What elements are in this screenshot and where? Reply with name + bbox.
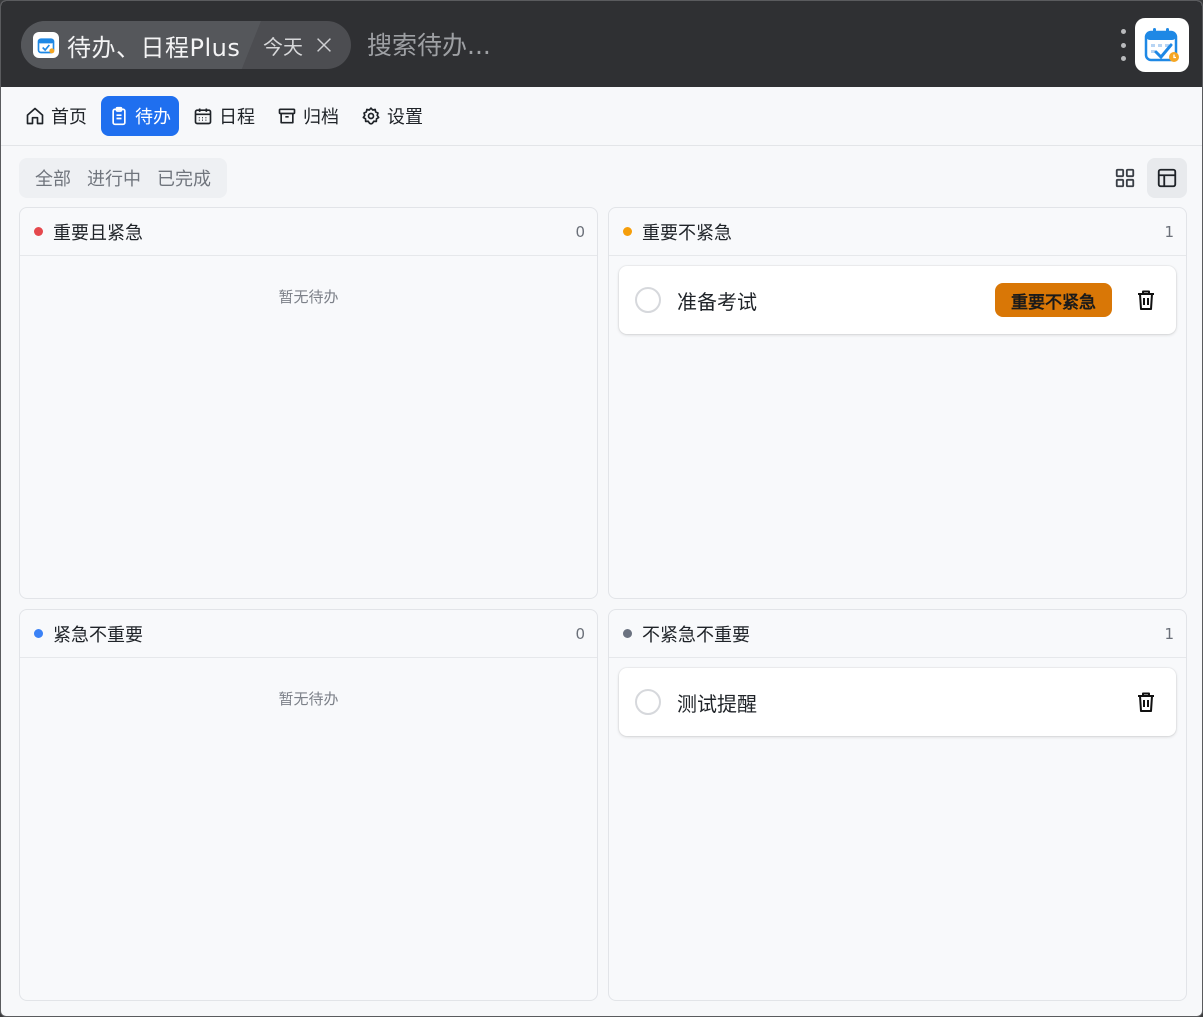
title-bar: 待办、日程Plus 今天 xyxy=(1,1,1202,87)
gear-icon xyxy=(362,107,380,125)
quadrant-count: 1 xyxy=(1164,624,1174,643)
empty-state: 暂无待办 xyxy=(278,690,339,708)
quadrant-count: 0 xyxy=(575,624,585,643)
task-card[interactable]: 准备考试 重要不紧急 xyxy=(619,266,1176,334)
today-tag-label: 今天 xyxy=(263,34,303,59)
priority-badge: 重要不紧急 xyxy=(995,283,1112,317)
gray-dot-icon xyxy=(623,629,632,638)
quadrant-header: 不紧急不重要 1 xyxy=(609,610,1186,658)
task-title: 测试提醒 xyxy=(677,691,757,716)
nav-home[interactable]: 首页 xyxy=(17,96,95,136)
quadrant-header: 紧急不重要 0 xyxy=(20,610,597,658)
grid-view-button[interactable] xyxy=(1105,158,1145,198)
filter-in-progress[interactable]: 进行中 xyxy=(79,158,149,198)
task-checkbox[interactable] xyxy=(635,689,661,715)
nav-todo-label: 待办 xyxy=(135,107,171,128)
status-filter: 全部 进行中 已完成 xyxy=(19,158,227,198)
red-dot-icon xyxy=(34,227,43,236)
task-title: 准备考试 xyxy=(677,289,757,314)
more-menu-icon[interactable] xyxy=(1115,25,1131,65)
quadrant-not-urgent-not-important: 不紧急不重要 1 测试提醒 xyxy=(608,609,1187,1001)
app-title: 待办、日程Plus xyxy=(67,33,241,62)
calendar-icon xyxy=(194,108,212,125)
quadrant-title: 重要不紧急 xyxy=(642,222,732,244)
nav-schedule-label: 日程 xyxy=(219,107,255,128)
nav-home-label: 首页 xyxy=(51,107,87,128)
nav-settings[interactable]: 设置 xyxy=(353,96,431,136)
calendar-check-icon xyxy=(33,32,59,58)
clipboard-icon xyxy=(112,106,126,126)
empty-state: 暂无待办 xyxy=(278,288,339,306)
trash-icon[interactable] xyxy=(1134,690,1158,714)
quadrant-important-not-urgent: 重要不紧急 1 准备考试 重要不紧急 xyxy=(608,207,1187,599)
main-nav: 首页 待办 日程 归档 设置 xyxy=(1,87,1202,146)
grid-icon xyxy=(1115,168,1135,188)
filter-all[interactable]: 全部 xyxy=(27,158,79,198)
quadrant-title: 重要且紧急 xyxy=(53,222,143,244)
view-toggle xyxy=(1105,158,1187,198)
nav-archive[interactable]: 归档 xyxy=(269,96,347,136)
app-pill: 待办、日程Plus 今天 xyxy=(21,21,351,69)
nav-todo[interactable]: 待办 xyxy=(101,96,179,136)
table-layout-icon xyxy=(1157,168,1177,188)
quadrant-header: 重要不紧急 1 xyxy=(609,208,1186,256)
quadrant-title: 不紧急不重要 xyxy=(642,624,750,646)
task-card[interactable]: 测试提醒 xyxy=(619,668,1176,736)
quadrant-urgent-not-important: 紧急不重要 0 暂无待办 xyxy=(19,609,598,1001)
close-icon[interactable] xyxy=(313,34,335,56)
trash-icon[interactable] xyxy=(1134,288,1158,312)
app-logo-icon[interactable] xyxy=(1135,18,1189,72)
today-tag[interactable]: 今天 xyxy=(263,21,335,69)
search-input[interactable] xyxy=(367,25,1067,65)
blue-dot-icon xyxy=(34,629,43,638)
quadrant-count: 1 xyxy=(1164,222,1174,241)
nav-schedule[interactable]: 日程 xyxy=(185,96,263,136)
table-view-button[interactable] xyxy=(1147,158,1187,198)
app-window: 待办、日程Plus 今天 搜索待办... 首页 待办 日程 归档 设置 全部 进… xyxy=(0,0,1203,1017)
task-checkbox[interactable] xyxy=(635,287,661,313)
app-name-segment[interactable]: 待办、日程Plus xyxy=(21,21,261,69)
home-icon xyxy=(26,107,44,125)
filter-completed[interactable]: 已完成 xyxy=(149,158,219,198)
nav-settings-label: 设置 xyxy=(387,107,423,128)
archive-icon xyxy=(278,108,296,124)
quadrant-count: 0 xyxy=(575,222,585,241)
orange-dot-icon xyxy=(623,227,632,236)
quadrant-title: 紧急不重要 xyxy=(53,624,143,646)
quadrant-urgent-important: 重要且紧急 0 暂无待办 xyxy=(19,207,598,599)
quadrant-header: 重要且紧急 0 xyxy=(20,208,597,256)
nav-archive-label: 归档 xyxy=(303,107,339,128)
